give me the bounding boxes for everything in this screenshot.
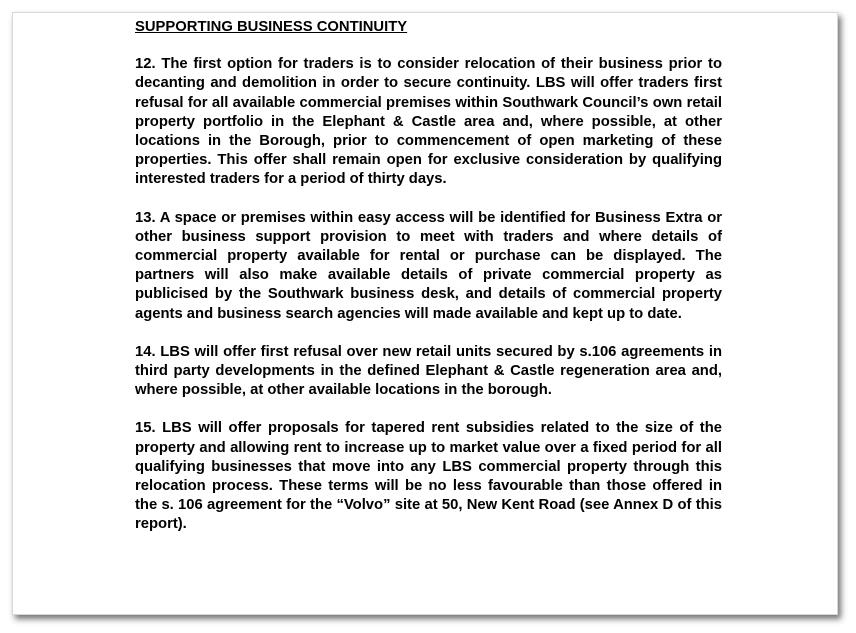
paragraph-14: 14. LBS will offer first refusal over ne…	[135, 343, 722, 399]
section-heading: SUPPORTING BUSINESS CONTINUITY	[135, 19, 408, 35]
paragraph-15: 15. LBS will offer proposals for tapered…	[135, 420, 722, 533]
paragraph-13: 13. A space or premises within easy acce…	[135, 209, 722, 322]
paragraph-12: 12. The first option for traders is to c…	[135, 56, 722, 188]
document-body: SUPPORTING BUSINESS CONTINUITY 12. The f…	[135, 18, 722, 554]
document-page: SUPPORTING BUSINESS CONTINUITY 12. The f…	[12, 12, 838, 615]
